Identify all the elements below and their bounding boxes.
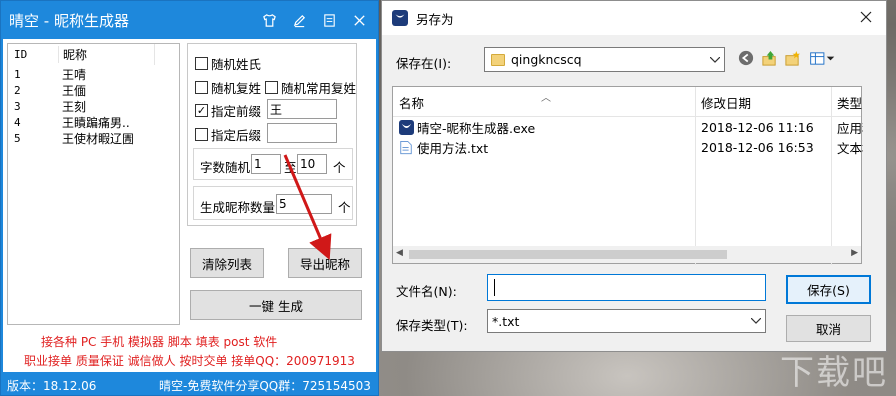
menu-icon[interactable] (316, 9, 342, 31)
length-label: 字数随机 (200, 160, 251, 175)
save-as-dialog: 另存为 保存在(I): qingkncscq ︿ 名称 修改日期 类型 晴空-昵… (381, 0, 887, 352)
random-surname-checkbox[interactable] (195, 57, 208, 70)
list-item[interactable]: 3 王刻 (8, 98, 179, 114)
random-surname-label: 随机姓氏 (211, 57, 262, 72)
scroll-right-icon[interactable]: ▶ (851, 248, 858, 258)
view-menu-icon[interactable] (808, 49, 836, 67)
file-name: 使用方法.txt (417, 140, 489, 156)
random-compound-label: 随机复姓 (211, 81, 262, 96)
back-icon[interactable] (737, 49, 755, 67)
suffix-checkbox[interactable] (195, 128, 208, 141)
text-file-icon (399, 137, 417, 157)
up-folder-icon[interactable] (760, 49, 778, 67)
file-row[interactable]: 晴空-昵称生成器.exe 2018-12-06 11:16 应用程序 (393, 117, 863, 137)
app-footer: 版本：18.12.06 晴空-免费软件分享QQ群：725154503 (1, 373, 378, 395)
new-folder-icon[interactable] (783, 49, 801, 67)
nickname-list[interactable]: ID 昵称 1 王啨 2 王偭 3 王刻 4 王瞔蹁痛男.. 5 王使材睱辽圊 (7, 43, 180, 325)
prefix-input[interactable]: 王 (267, 99, 337, 119)
list-item-id: 3 (14, 99, 21, 113)
app-icon (392, 10, 408, 26)
list-header: ID 昵称 (8, 44, 179, 66)
list-item-name: 王瞔蹁痛男.. (62, 115, 130, 130)
edit-icon[interactable] (286, 9, 312, 31)
suffix-option[interactable]: 指定后缀 (195, 125, 261, 144)
random-common-compound-label: 随机常用复姓 (281, 81, 357, 96)
filetype-label: 保存类型(T): (396, 318, 468, 333)
save-in-value: qingkncscq (511, 52, 582, 67)
list-item[interactable]: 2 王偭 (8, 82, 179, 98)
file-name: 晴空-昵称生成器.exe (417, 120, 536, 136)
random-compound-checkbox[interactable] (195, 81, 208, 94)
cancel-button[interactable]: 取消 (786, 315, 871, 342)
skin-icon[interactable] (256, 9, 282, 31)
file-list-header: ︿ 名称 修改日期 类型 (393, 87, 863, 117)
save-in-dropdown[interactable]: qingkncscq (484, 47, 725, 72)
random-common-compound-checkbox[interactable] (265, 81, 278, 94)
chevron-down-icon (710, 56, 720, 63)
watermark-logo: 下载吧 (780, 353, 888, 393)
file-date: 2018-12-06 11:16 (701, 119, 814, 135)
scroll-left-icon[interactable]: ◀ (396, 248, 403, 258)
random-surname-option[interactable]: 随机姓氏 (195, 54, 261, 73)
nickname-generator-window: 晴空 - 昵称生成器 ID 昵称 1 王啨 2 王偭 3 王刻 4 王瞔蹁痛男.. 5 王 (0, 0, 379, 396)
list-item-name: 王刻 (62, 99, 87, 114)
random-compound-option[interactable]: 随机复姓 (195, 78, 261, 97)
scrollbar-thumb[interactable] (409, 250, 727, 259)
suffix-label: 指定后缀 (211, 128, 262, 143)
app-body: ID 昵称 1 王啨 2 王偭 3 王刻 4 王瞔蹁痛男.. 5 王使材睱辽圊 随机姓氏 随机复姓… (3, 39, 376, 372)
list-item[interactable]: 5 王使材睱辽圊 (8, 130, 179, 146)
list-item-name: 王偭 (62, 83, 87, 98)
list-item[interactable]: 4 王瞔蹁痛男.. (8, 114, 179, 130)
annotation-arrow (283, 154, 332, 261)
prefix-option[interactable]: ✓ 指定前缀 (195, 101, 261, 120)
folder-icon (491, 53, 505, 66)
column-id[interactable]: ID (8, 48, 58, 61)
dialog-titlebar[interactable]: 另存为 (382, 1, 886, 35)
filename-input[interactable] (487, 274, 766, 301)
filetype-value: *.txt (492, 313, 520, 329)
list-item-id: 2 (14, 83, 21, 97)
list-item-id: 5 (14, 131, 21, 145)
app-titlebar[interactable]: 晴空 - 昵称生成器 (1, 1, 378, 39)
file-row[interactable]: 使用方法.txt 2018-12-06 16:53 文本格式 (393, 137, 863, 157)
list-item-name: 王啨 (62, 67, 87, 82)
file-date: 2018-12-06 16:53 (701, 139, 814, 155)
list-item[interactable]: 1 王啨 (8, 66, 179, 82)
file-type: 文本格式 (837, 140, 863, 156)
generate-button[interactable]: 一键 生成 (190, 290, 362, 320)
prefix-label: 指定前缀 (211, 104, 262, 119)
suffix-input[interactable] (267, 123, 337, 143)
column-type-header[interactable]: 类型 (831, 87, 863, 117)
qq-group-label: 晴空-免费软件分享QQ群：725154503 (159, 379, 371, 393)
prefix-checkbox[interactable]: ✓ (195, 104, 208, 117)
column-name-header[interactable]: 名称 (393, 87, 695, 117)
column-date-header[interactable]: 修改日期 (695, 87, 831, 117)
list-item-id: 1 (14, 67, 21, 81)
column-name[interactable]: 昵称 (58, 46, 154, 63)
clear-list-button[interactable]: 清除列表 (190, 248, 264, 278)
list-item-name: 王使材睱辽圊 (62, 131, 135, 146)
save-button[interactable]: 保存(S) (786, 275, 871, 304)
chevron-down-icon (751, 318, 761, 324)
file-list[interactable]: ︿ 名称 修改日期 类型 晴空-昵称生成器.exe 2018-12-06 11:… (392, 86, 863, 265)
list-item-id: 4 (14, 115, 21, 129)
version-label: 版本：18.12.06 (7, 379, 97, 393)
close-icon[interactable] (346, 9, 372, 31)
file-type: 应用程序 (837, 120, 863, 136)
save-in-label: 保存在(I): (396, 56, 452, 71)
promo-line-2: 职业接单 质量保证 诚信做人 按时交单 接单QQ：200971913 (24, 354, 355, 368)
app-title: 晴空 - 昵称生成器 (9, 11, 129, 30)
filename-label: 文件名(N): (396, 284, 457, 299)
promo-line-1: 接各种 PC 手机 模拟器 脚本 填表 post 软件 (41, 335, 278, 349)
horizontal-scrollbar[interactable]: ◀ ▶ (393, 246, 861, 263)
close-icon[interactable] (858, 9, 876, 27)
filetype-dropdown[interactable]: *.txt (487, 309, 766, 333)
dialog-title: 另存为 (416, 11, 454, 27)
app-icon (399, 117, 417, 137)
random-common-compound-option[interactable]: 随机常用复姓 (265, 78, 356, 97)
